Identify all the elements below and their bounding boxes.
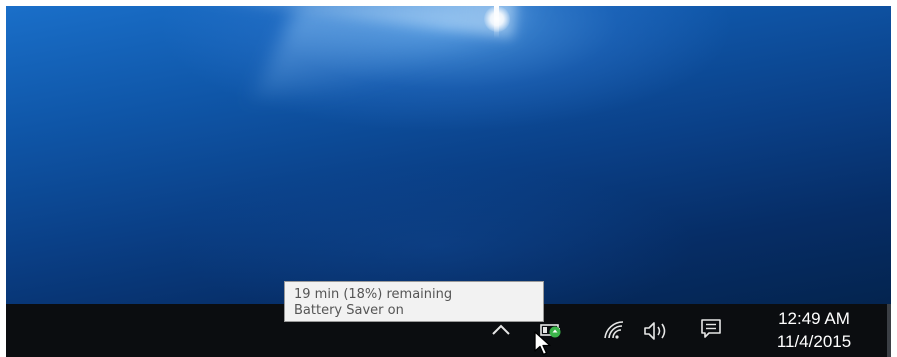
mouse-pointer-icon bbox=[534, 331, 551, 356]
desktop-wallpaper[interactable] bbox=[6, 6, 891, 304]
tooltip-battery-saver-text: Battery Saver on bbox=[294, 303, 404, 318]
action-center-button[interactable] bbox=[700, 318, 722, 340]
battery-tooltip: 19 min (18%) remaining Battery Saver on bbox=[284, 281, 544, 322]
clock-time: 12:49 AM bbox=[778, 309, 850, 328]
clock-date: 11/4/2015 bbox=[776, 332, 852, 351]
speaker-icon bbox=[644, 322, 666, 340]
show-hidden-icons-button[interactable] bbox=[490, 322, 512, 336]
chevron-up-icon bbox=[492, 324, 510, 335]
action-center-icon bbox=[701, 319, 721, 338]
screen: 12:49 AM 11/4/2015 19 min (18%) remainin… bbox=[0, 0, 897, 357]
volume-button[interactable] bbox=[642, 320, 674, 342]
network-button[interactable] bbox=[603, 321, 627, 341]
taskbar-clock[interactable]: 12:49 AM 11/4/2015 bbox=[748, 309, 880, 355]
wallpaper-light-flare bbox=[484, 6, 510, 32]
wifi-icon bbox=[604, 321, 624, 339]
tooltip-remaining-text: 19 min (18%) remaining bbox=[294, 287, 453, 302]
show-desktop-button[interactable] bbox=[887, 304, 891, 357]
